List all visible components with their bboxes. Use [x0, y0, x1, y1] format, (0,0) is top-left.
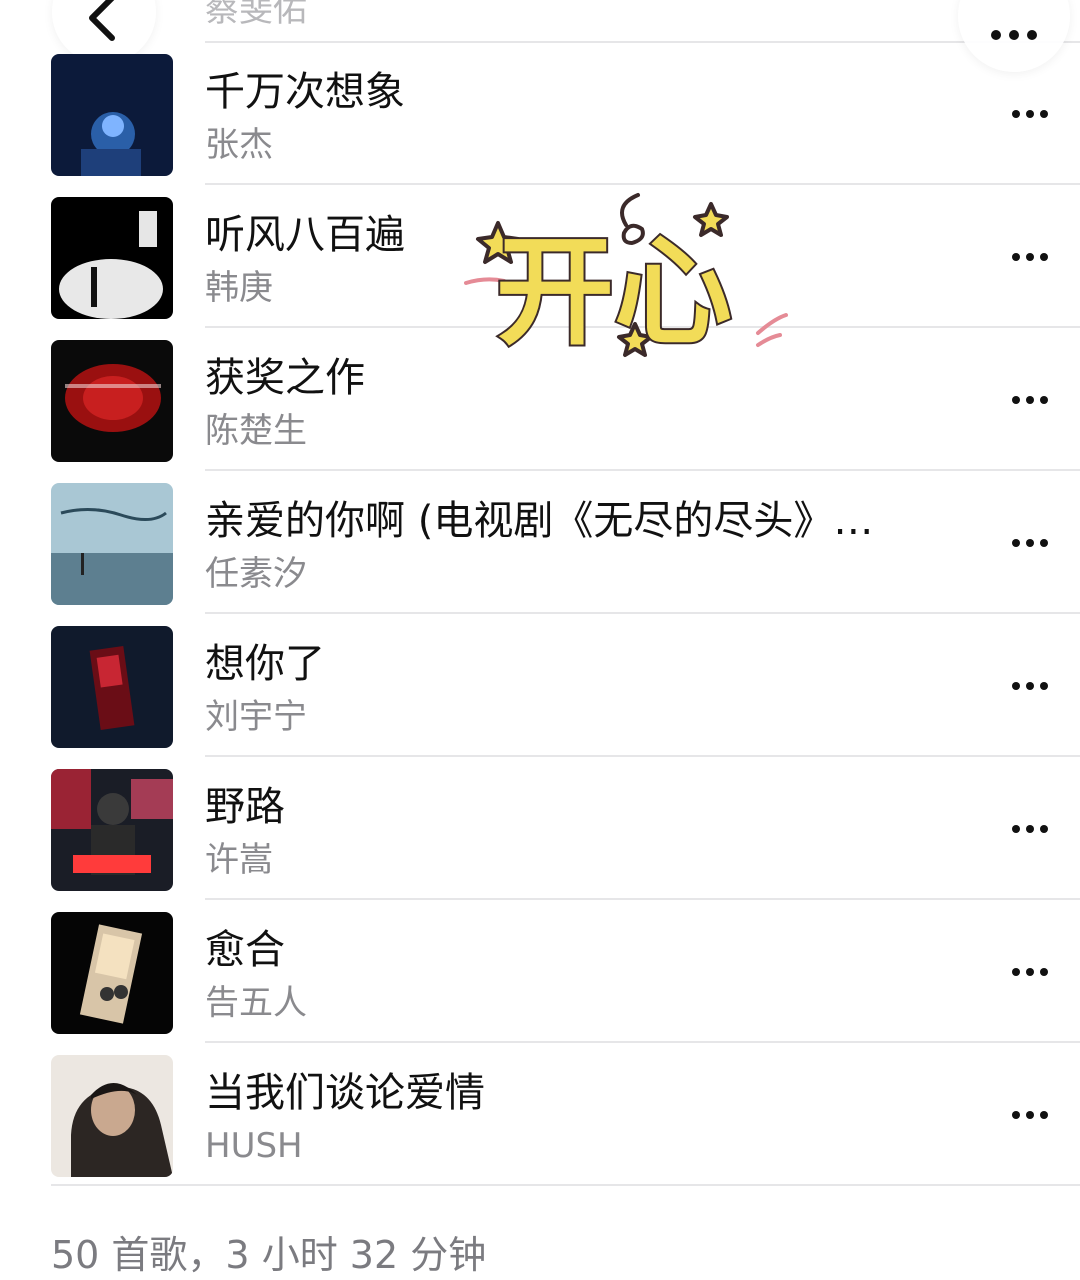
song-artist: 告五人 [205, 983, 307, 1023]
ellipsis-dot [1040, 1111, 1048, 1119]
ellipsis-dot [1012, 253, 1020, 261]
album-cover [51, 197, 173, 319]
ellipsis-dot [1012, 396, 1020, 404]
ellipsis-dot [1040, 825, 1048, 833]
song-title: 想你了 [205, 641, 325, 687]
song-artist: 张杰 [205, 125, 273, 165]
song-row[interactable]: 愈合 告五人 [0, 901, 1080, 1044]
song-title: 当我们谈论爱情 [205, 1070, 485, 1116]
ellipsis-dot [1026, 1111, 1034, 1119]
sticker-text: 开心 [496, 223, 732, 361]
song-row[interactable]: 想你了 刘宇宁 [0, 615, 1080, 758]
song-title: 千万次想象 [205, 69, 405, 115]
ellipsis-dot [1026, 539, 1034, 547]
ellipsis-dot [1026, 396, 1034, 404]
ellipsis-dot [1040, 968, 1048, 976]
song-title: 愈合 [205, 927, 285, 973]
ellipsis-dot [1026, 682, 1034, 690]
ellipsis-dot [1012, 682, 1020, 690]
album-cover [51, 769, 173, 891]
ellipsis-dot [1040, 253, 1048, 261]
ellipsis-dot [1040, 682, 1048, 690]
album-cover [51, 1055, 173, 1177]
divider [205, 469, 1080, 471]
song-more-button[interactable] [1008, 92, 1052, 136]
album-cover [51, 483, 173, 605]
song-more-button[interactable] [1008, 664, 1052, 708]
ellipsis-dot [1012, 825, 1020, 833]
song-artist: 陈楚生 [205, 411, 307, 451]
divider [51, 1184, 1080, 1186]
album-cover [51, 340, 173, 462]
song-more-button[interactable] [1008, 235, 1052, 279]
ellipsis-dot [1040, 110, 1048, 118]
song-artist: 任素汐 [205, 554, 307, 594]
partial-artist: 蔡斐佑 [205, 0, 307, 30]
album-cover [51, 54, 173, 176]
ellipsis-dot [1012, 110, 1020, 118]
ellipsis-dot [1040, 396, 1048, 404]
song-more-button[interactable] [1008, 1093, 1052, 1137]
divider [205, 1041, 1080, 1043]
song-artist: HUSH [205, 1126, 303, 1166]
song-more-button[interactable] [1008, 521, 1052, 565]
song-more-button[interactable] [1008, 378, 1052, 422]
divider [205, 755, 1080, 757]
album-cover [51, 912, 173, 1034]
song-artist: 韩庚 [205, 268, 273, 308]
song-title: 获奖之作 [205, 355, 365, 401]
ellipsis-dot [991, 30, 1001, 40]
song-row[interactable]: 千万次想象 张杰 [0, 43, 1080, 186]
ellipsis-dot [1026, 968, 1034, 976]
album-cover [51, 626, 173, 748]
ellipsis-dot [1040, 539, 1048, 547]
ellipsis-dot [1026, 825, 1034, 833]
song-title: 亲爱的你啊 (电视剧《无尽的尽头》… [205, 498, 874, 544]
ellipsis-dot [1012, 968, 1020, 976]
song-row[interactable]: 当我们谈论爱情 HUSH [0, 1044, 1080, 1187]
ellipsis-dot [1012, 1111, 1020, 1119]
divider [205, 612, 1080, 614]
ellipsis-dot [1026, 110, 1034, 118]
playlist-summary: 50 首歌，3 小时 32 分钟 [51, 1233, 487, 1277]
song-artist: 刘宇宁 [205, 697, 307, 737]
song-title: 听风八百遍 [205, 212, 405, 258]
ellipsis-dot [1026, 253, 1034, 261]
song-row[interactable]: 亲爱的你啊 (电视剧《无尽的尽头》… 任素汐 [0, 472, 1080, 615]
song-title: 野路 [205, 784, 285, 830]
song-more-button[interactable] [1008, 950, 1052, 994]
ellipsis-dot [1027, 30, 1037, 40]
ellipsis-dot [1009, 30, 1019, 40]
song-artist: 许嵩 [205, 840, 273, 880]
ellipsis-dot [1012, 539, 1020, 547]
song-row[interactable]: 野路 许嵩 [0, 758, 1080, 901]
divider [205, 898, 1080, 900]
happy-sticker: 开心 [458, 185, 798, 365]
song-more-button[interactable] [1008, 807, 1052, 851]
